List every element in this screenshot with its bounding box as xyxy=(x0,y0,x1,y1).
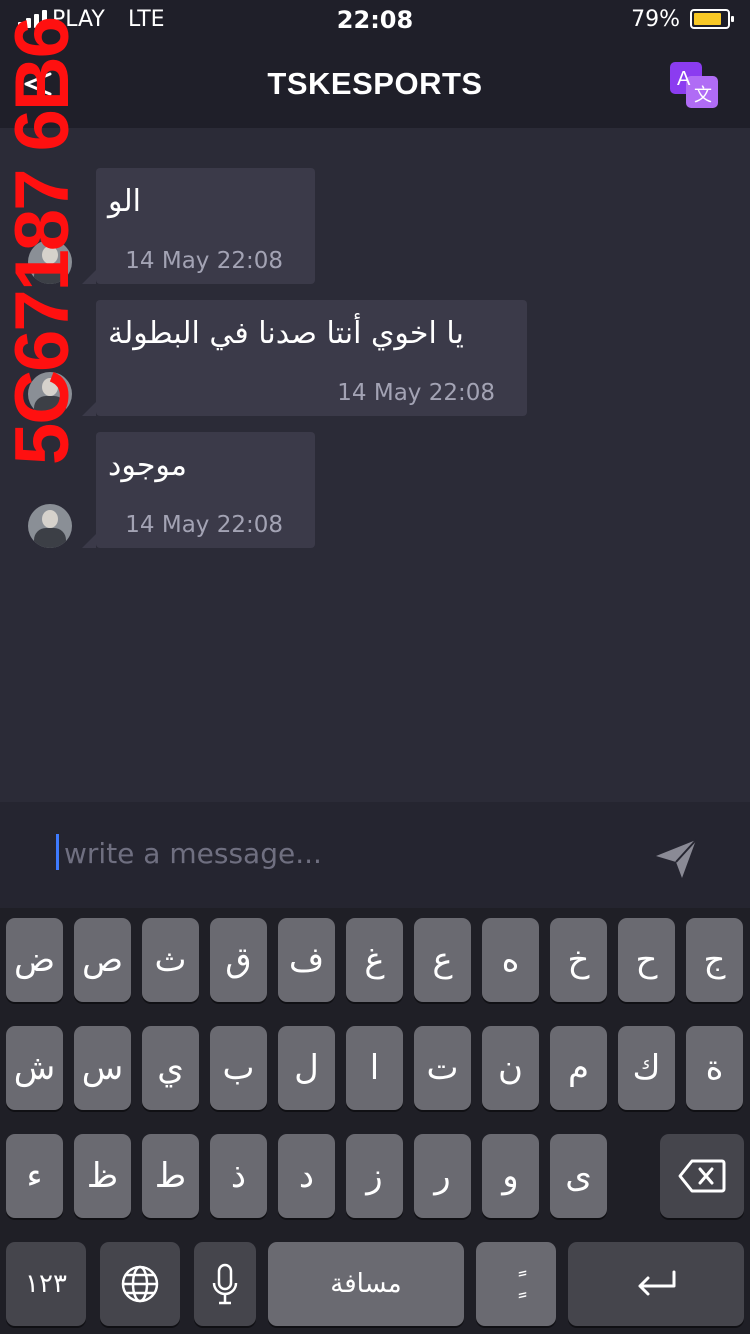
message-input[interactable] xyxy=(64,832,624,874)
key[interactable]: ط xyxy=(142,1134,199,1218)
key[interactable]: ا xyxy=(346,1026,403,1110)
numbers-key[interactable]: ١٢٣ xyxy=(6,1242,86,1326)
key[interactable]: ك xyxy=(618,1026,675,1110)
key[interactable]: ظ xyxy=(74,1134,131,1218)
key[interactable]: ل xyxy=(278,1026,335,1110)
chat-messages: الو 14 May 22:08 يا اخوي أنتا صدنا في ال… xyxy=(0,128,750,802)
battery-icon xyxy=(690,9,734,29)
key[interactable]: ح xyxy=(618,918,675,1002)
nav-bar: TSKESPORTS A 文 xyxy=(0,40,750,128)
backspace-key[interactable] xyxy=(660,1134,744,1218)
backspace-icon xyxy=(678,1159,726,1193)
key[interactable]: د xyxy=(278,1134,335,1218)
avatar[interactable] xyxy=(28,504,72,548)
diacritic-key[interactable]: ًٍ xyxy=(476,1242,556,1326)
message-bubble: موجود 14 May 22:08 xyxy=(82,432,315,548)
key[interactable]: ث xyxy=(142,918,199,1002)
translate-icon[interactable]: A 文 xyxy=(668,60,720,112)
key[interactable]: ج xyxy=(686,918,743,1002)
key[interactable]: خ xyxy=(550,918,607,1002)
key[interactable]: ة xyxy=(686,1026,743,1110)
key[interactable]: ه xyxy=(482,918,539,1002)
key[interactable]: ش xyxy=(6,1026,63,1110)
key[interactable]: ص xyxy=(74,918,131,1002)
key[interactable]: و xyxy=(482,1134,539,1218)
globe-key[interactable] xyxy=(100,1242,180,1326)
message-text: يا اخوي أنتا صدنا في البطولة xyxy=(108,316,464,351)
message-composer xyxy=(0,802,750,908)
message-timestamp: 14 May 22:08 xyxy=(125,248,283,274)
key[interactable]: ر xyxy=(414,1134,471,1218)
key[interactable]: ء xyxy=(6,1134,63,1218)
message-bubble: الو 14 May 22:08 xyxy=(82,168,315,284)
message-text: موجود xyxy=(108,448,187,483)
return-icon xyxy=(638,1270,676,1296)
key[interactable]: ب xyxy=(210,1026,267,1110)
key[interactable]: ى xyxy=(550,1134,607,1218)
status-bar: PLAY LTE 22:08 79% xyxy=(0,0,750,40)
send-icon[interactable] xyxy=(652,834,700,882)
message-timestamp: 14 May 22:08 xyxy=(337,380,495,406)
key[interactable]: ن xyxy=(482,1026,539,1110)
globe-icon xyxy=(121,1265,159,1303)
return-key[interactable] xyxy=(568,1242,744,1326)
key[interactable]: ف xyxy=(278,918,335,1002)
key[interactable]: ي xyxy=(142,1026,199,1110)
key[interactable]: غ xyxy=(346,918,403,1002)
key[interactable]: ض xyxy=(6,918,63,1002)
microphone-icon xyxy=(212,1263,238,1305)
key[interactable]: ت xyxy=(414,1026,471,1110)
svg-text:A: A xyxy=(677,68,691,90)
space-key[interactable]: مسافة xyxy=(268,1242,464,1326)
microphone-key[interactable] xyxy=(194,1242,256,1326)
battery-percent: 79% xyxy=(631,7,680,32)
keyboard: ض ص ث ق ف غ ع ه خ ح ج ش س ي ب ل ا ت ن م … xyxy=(0,908,750,1334)
key[interactable]: ز xyxy=(346,1134,403,1218)
key[interactable]: م xyxy=(550,1026,607,1110)
watermark: 5C67187 6B6 xyxy=(0,18,85,466)
text-cursor xyxy=(56,834,59,870)
key[interactable]: ذ xyxy=(210,1134,267,1218)
message-bubble: يا اخوي أنتا صدنا في البطولة 14 May 22:0… xyxy=(82,300,527,416)
key[interactable]: ع xyxy=(414,918,471,1002)
chat-title: TSKESPORTS xyxy=(267,66,483,101)
key[interactable]: ق xyxy=(210,918,267,1002)
message-timestamp: 14 May 22:08 xyxy=(125,512,283,538)
message-text: الو xyxy=(108,184,141,219)
key[interactable]: س xyxy=(74,1026,131,1110)
svg-text:文: 文 xyxy=(694,85,712,106)
